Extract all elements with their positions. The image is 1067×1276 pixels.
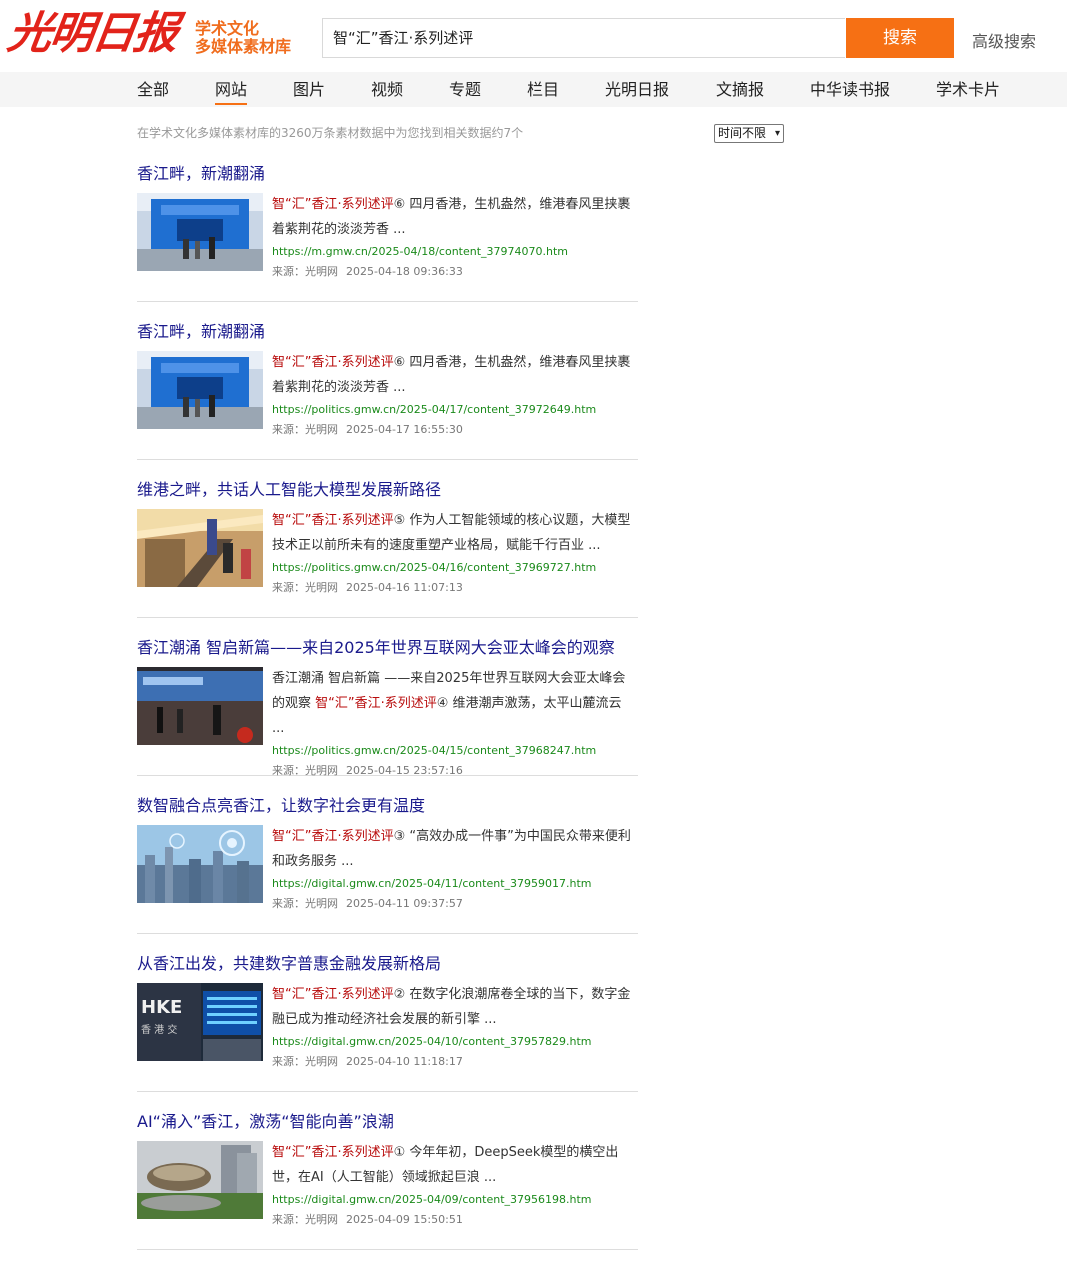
snippet-highlight: 智“汇”香江·系列述评 bbox=[272, 1145, 394, 1160]
advanced-search-link[interactable]: 高级搜索 bbox=[972, 28, 1036, 52]
snippet-highlight: 智“汇”香江·系列述评 bbox=[272, 513, 394, 528]
result-date: 2025-04-11 09:37:57 bbox=[346, 897, 463, 910]
result-body: 智“汇”香江·系列述评⑤ 作为人工智能领域的核心议题，大模型技术正以前所未有的速… bbox=[272, 509, 638, 596]
tab-video[interactable]: 视频 bbox=[371, 72, 403, 107]
result-title-link[interactable]: 香江畔，新潮翻涌 bbox=[137, 164, 265, 184]
result-summary: 在学术文化多媒体素材库的3260万条素材数据中为您找到相关数据约7个 bbox=[137, 126, 524, 140]
result-thumbnail[interactable]: HKE 香 港 交 bbox=[137, 983, 263, 1061]
result-source: 来源：光明网 bbox=[272, 265, 338, 278]
result-meta: 来源：光明网 2025-04-17 16:55:30 bbox=[272, 422, 638, 438]
result-date: 2025-04-15 23:57:16 bbox=[346, 764, 463, 777]
site-sublabel: 学术文化 多媒体素材库 bbox=[195, 20, 295, 56]
result-thumbnail[interactable] bbox=[137, 193, 263, 271]
tab-topics[interactable]: 专题 bbox=[449, 72, 481, 107]
tab-guangming-daily[interactable]: 光明日报 bbox=[605, 72, 669, 107]
result-meta: 来源：光明网 2025-04-11 09:37:57 bbox=[272, 896, 638, 912]
result-meta: 来源：光明网 2025-04-09 15:50:51 bbox=[272, 1212, 638, 1228]
result-thumbnail[interactable] bbox=[137, 825, 263, 903]
header: 光明日报 学术文化 多媒体素材库 智“汇”香江·系列述评 搜索 高级搜索 bbox=[0, 0, 1067, 70]
tab-all[interactable]: 全部 bbox=[137, 72, 169, 107]
sublabel-line-2: 多媒体素材库 bbox=[195, 37, 292, 56]
result-title-link[interactable]: AI“涌入”香江，激荡“智能向善”浪潮 bbox=[137, 1112, 394, 1132]
result-url[interactable]: https://digital.gmw.cn/2025-04/11/conten… bbox=[272, 876, 638, 892]
result-body: 香江潮涌 智启新篇 ——来自2025年世界互联网大会亚太峰会的观察 智“汇”香江… bbox=[272, 667, 638, 779]
tab-columns[interactable]: 栏目 bbox=[527, 72, 559, 107]
search-input[interactable]: 智“汇”香江·系列述评 bbox=[322, 18, 845, 58]
result-body: 智“汇”香江·系列述评③ “高效办成一件事”为中国民众带来便利和政务服务 ...… bbox=[272, 825, 638, 912]
result-meta: 来源：光明网 2025-04-10 11:18:17 bbox=[272, 1054, 638, 1070]
result-url[interactable]: https://politics.gmw.cn/2025-04/15/conte… bbox=[272, 743, 638, 759]
chevron-down-icon: ▾ bbox=[774, 128, 780, 139]
category-nav: 全部 网站 图片 视频 专题 栏目 光明日报 文摘报 中华读书报 学术卡片 bbox=[0, 72, 1067, 107]
result-snippet: 香江潮涌 智启新篇 ——来自2025年世界互联网大会亚太峰会的观察 智“汇”香江… bbox=[272, 666, 638, 741]
result-thumbnail[interactable] bbox=[137, 667, 263, 745]
tab-china-reading-weekly[interactable]: 中华读书报 bbox=[810, 72, 890, 107]
tab-images[interactable]: 图片 bbox=[293, 72, 325, 107]
guangming-daily-logo[interactable]: 光明日报 bbox=[4, 6, 192, 62]
result-url[interactable]: https://digital.gmw.cn/2025-04/10/conten… bbox=[272, 1034, 638, 1050]
result-title-link[interactable]: 香江潮涌 智启新篇——来自2025年世界互联网大会亚太峰会的观察 bbox=[137, 638, 615, 658]
result-source: 来源：光明网 bbox=[272, 581, 338, 594]
snippet-highlight: 智“汇”香江·系列述评 bbox=[315, 696, 437, 711]
results-list: 香江畔，新潮翻涌 智“汇”香江·系列述评⑥ 四月香港，生机盎然，维港春风里挟裹着紫… bbox=[137, 160, 638, 1266]
result-url[interactable]: https://politics.gmw.cn/2025-04/17/conte… bbox=[272, 402, 638, 418]
result-meta: 来源：光明网 2025-04-16 11:07:13 bbox=[272, 580, 638, 596]
result-body: 智“汇”香江·系列述评② 在数字化浪潮席卷全球的当下，数字金融已成为推动经济社会… bbox=[272, 983, 638, 1070]
result-thumbnail[interactable] bbox=[137, 1141, 263, 1219]
result-thumbnail[interactable] bbox=[137, 351, 263, 429]
result-snippet: 智“汇”香江·系列述评③ “高效办成一件事”为中国民众带来便利和政务服务 ... bbox=[272, 824, 638, 874]
result-body: 智“汇”香江·系列述评⑥ 四月香港，生机盎然，维港春风里挟裹着紫荆花的淡淡芳香 … bbox=[272, 193, 638, 280]
snippet-highlight: 智“汇”香江·系列述评 bbox=[272, 987, 394, 1002]
snippet-highlight: 智“汇”香江·系列述评 bbox=[272, 197, 394, 212]
svg-text:HKE: HKE bbox=[141, 997, 182, 1018]
result-snippet: 智“汇”香江·系列述评⑤ 作为人工智能领域的核心议题，大模型技术正以前所未有的速… bbox=[272, 508, 638, 558]
result-card: 数智融合点亮香江，让数字社会更有温度智“汇”香江·系列述评③ “高效办成一件事”… bbox=[137, 792, 638, 934]
result-snippet: 智“汇”香江·系列述评⑥ 四月香港，生机盎然，维港春风里挟裹着紫荆花的淡淡芳香 … bbox=[272, 350, 638, 400]
result-source: 来源：光明网 bbox=[272, 1055, 338, 1068]
result-card: 香江畔，新潮翻涌 智“汇”香江·系列述评⑥ 四月香港，生机盎然，维港春风里挟裹着紫… bbox=[137, 160, 638, 302]
result-url[interactable]: https://politics.gmw.cn/2025-04/16/conte… bbox=[272, 560, 638, 576]
result-title-link[interactable]: 从香江出发，共建数字普惠金融发展新格局 bbox=[137, 954, 441, 974]
result-card: 从香江出发，共建数字普惠金融发展新格局 HKE 香 港 交 智“汇”香江·系列述评② … bbox=[137, 950, 638, 1092]
result-title-link[interactable]: 维港之畔，共话人工智能大模型发展新路径 bbox=[137, 480, 441, 500]
result-source: 来源：光明网 bbox=[272, 1213, 338, 1226]
snippet-highlight: 智“汇”香江·系列述评 bbox=[272, 355, 394, 370]
result-meta: 来源：光明网 2025-04-15 23:57:16 bbox=[272, 763, 638, 779]
result-date: 2025-04-16 11:07:13 bbox=[346, 581, 463, 594]
result-card: AI“涌入”香江，激荡“智能向善”浪潮智“汇”香江·系列述评① 今年年初，Dee… bbox=[137, 1108, 638, 1250]
search-button[interactable]: 搜索 bbox=[846, 18, 954, 58]
result-date: 2025-04-09 15:50:51 bbox=[346, 1213, 463, 1226]
result-title-link[interactable]: 数智融合点亮香江，让数字社会更有温度 bbox=[137, 796, 425, 816]
result-title-link[interactable]: 香江畔，新潮翻涌 bbox=[137, 322, 265, 342]
svg-text:香 港 交: 香 港 交 bbox=[141, 1023, 177, 1036]
result-snippet: 智“汇”香江·系列述评⑥ 四月香港，生机盎然，维港春风里挟裹着紫荆花的淡淡芳香 … bbox=[272, 192, 638, 242]
tab-website[interactable]: 网站 bbox=[215, 72, 248, 107]
result-snippet: 智“汇”香江·系列述评② 在数字化浪潮席卷全球的当下，数字金融已成为推动经济社会… bbox=[272, 982, 638, 1032]
result-card: 维港之畔，共话人工智能大模型发展新路径智“汇”香江·系列述评⑤ 作为人工智能领域… bbox=[137, 476, 638, 618]
result-thumbnail[interactable] bbox=[137, 509, 263, 587]
time-filter-select[interactable]: 时间不限 ▾ bbox=[714, 124, 784, 143]
time-filter-value: 时间不限 bbox=[718, 126, 767, 140]
result-source: 来源：光明网 bbox=[272, 764, 338, 777]
result-url[interactable]: https://m.gmw.cn/2025-04/18/content_3797… bbox=[272, 244, 638, 260]
result-card: 香江潮涌 智启新篇——来自2025年世界互联网大会亚太峰会的观察香江潮涌 智启新… bbox=[137, 634, 638, 779]
result-source: 来源：光明网 bbox=[272, 423, 338, 436]
result-source: 来源：光明网 bbox=[272, 897, 338, 910]
result-meta: 来源：光明网 2025-04-18 09:36:33 bbox=[272, 264, 638, 280]
tab-digest-news[interactable]: 文摘报 bbox=[716, 72, 764, 107]
result-card: 香江畔，新潮翻涌 智“汇”香江·系列述评⑥ 四月香港，生机盎然，维港春风里挟裹着紫… bbox=[137, 318, 638, 460]
result-url[interactable]: https://digital.gmw.cn/2025-04/09/conten… bbox=[272, 1192, 638, 1208]
snippet-highlight: 智“汇”香江·系列述评 bbox=[272, 829, 394, 844]
result-body: 智“汇”香江·系列述评① 今年年初，DeepSeek模型的横空出世，在AI（人工… bbox=[272, 1141, 638, 1228]
tab-academic-cards[interactable]: 学术卡片 bbox=[936, 72, 1000, 107]
sublabel-line-1: 学术文化 bbox=[195, 19, 260, 38]
result-date: 2025-04-18 09:36:33 bbox=[346, 265, 463, 278]
result-snippet: 智“汇”香江·系列述评① 今年年初，DeepSeek模型的横空出世，在AI（人工… bbox=[272, 1140, 638, 1190]
result-date: 2025-04-10 11:18:17 bbox=[346, 1055, 463, 1068]
result-date: 2025-04-17 16:55:30 bbox=[346, 423, 463, 436]
result-body: 智“汇”香江·系列述评⑥ 四月香港，生机盎然，维港春风里挟裹着紫荆花的淡淡芳香 … bbox=[272, 351, 638, 438]
